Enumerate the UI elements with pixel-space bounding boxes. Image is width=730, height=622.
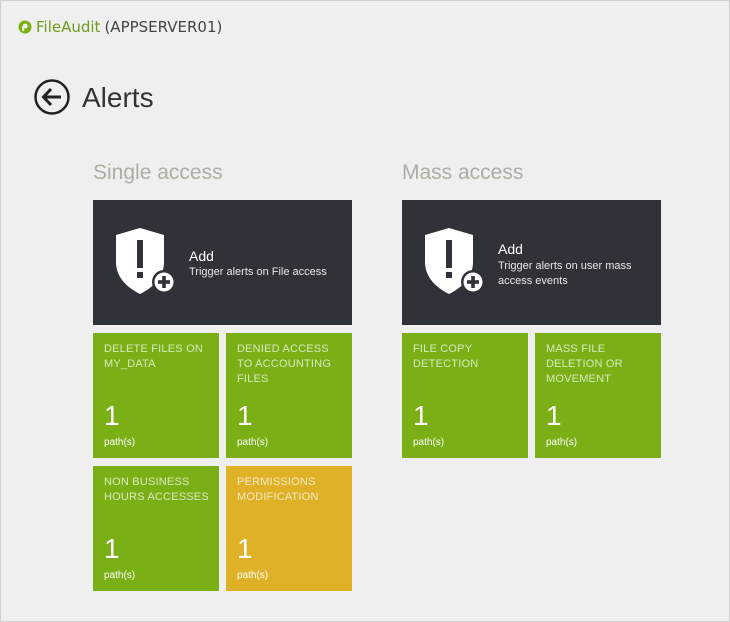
alert-tile-unit: path(s) — [413, 437, 445, 448]
shield-alert-add-icon — [425, 228, 485, 294]
alert-tile-name: FILE COPY DETECTION — [413, 343, 479, 370]
alert-tile-non-business-hours[interactable]: NON BUSINESS HOURS ACCESSES 1 path(s) — [93, 466, 219, 591]
alert-tile-name: DELETE FILES ON MY_DATA — [104, 343, 203, 370]
server-name: (APPSERVER01) — [104, 18, 223, 36]
back-button[interactable] — [34, 79, 70, 115]
alert-tile-unit: path(s) — [237, 437, 269, 448]
add-label: Add — [498, 241, 523, 257]
alert-tile-name: PERMISSIONS MODIFICATION — [237, 476, 319, 503]
alert-tile-permissions-modification[interactable]: PERMISSIONS MODIFICATION 1 path(s) — [226, 466, 352, 591]
alert-tile-name: DENIED ACCESS TO ACCOUNTING FILES — [237, 343, 332, 385]
fileaudit-logo-icon — [18, 20, 32, 34]
alert-tile-count: 1 — [546, 400, 562, 431]
add-single-access-alert-tile[interactable]: Add Trigger alerts on File access — [93, 200, 352, 325]
alert-tile-mass-file-deletion[interactable]: MASS FILE DELETION OR MOVEMENT 1 path(s) — [535, 333, 661, 458]
alert-tile-file-copy-detection[interactable]: FILE COPY DETECTION 1 path(s) — [402, 333, 528, 458]
add-description: Trigger alerts on File access — [189, 266, 327, 278]
section-title-mass-access: Mass access — [402, 161, 524, 184]
alert-tile-delete-files[interactable]: DELETE FILES ON MY_DATA 1 path(s) — [93, 333, 219, 458]
shield-alert-add-icon — [116, 228, 176, 294]
window-title: FileAudit (APPSERVER01) — [18, 17, 222, 37]
alert-tile-denied-access[interactable]: DENIED ACCESS TO ACCOUNTING FILES 1 path… — [226, 333, 352, 458]
alert-tile-unit: path(s) — [237, 570, 269, 581]
alert-tile-count: 1 — [104, 400, 120, 431]
add-mass-access-alert-tile[interactable]: Add Trigger alerts on user mass access e… — [402, 200, 661, 325]
alert-tile-name: MASS FILE DELETION OR MOVEMENT — [546, 343, 623, 385]
add-label: Add — [189, 248, 214, 264]
alert-tile-unit: path(s) — [104, 437, 136, 448]
app-name: FileAudit — [36, 18, 101, 36]
alert-tile-count: 1 — [413, 400, 429, 431]
alert-tile-name: NON BUSINESS HOURS ACCESSES — [104, 476, 209, 503]
page-title: Alerts — [82, 82, 154, 113]
alert-tile-unit: path(s) — [546, 437, 578, 448]
alert-tile-unit: path(s) — [104, 570, 136, 581]
alert-tile-count: 1 — [237, 400, 253, 431]
alert-tile-count: 1 — [104, 533, 120, 564]
add-description: Trigger alerts on user mass access event… — [498, 260, 632, 287]
section-title-single-access: Single access — [93, 161, 223, 184]
back-arrow-icon — [34, 79, 70, 115]
alert-tile-count: 1 — [237, 533, 253, 564]
